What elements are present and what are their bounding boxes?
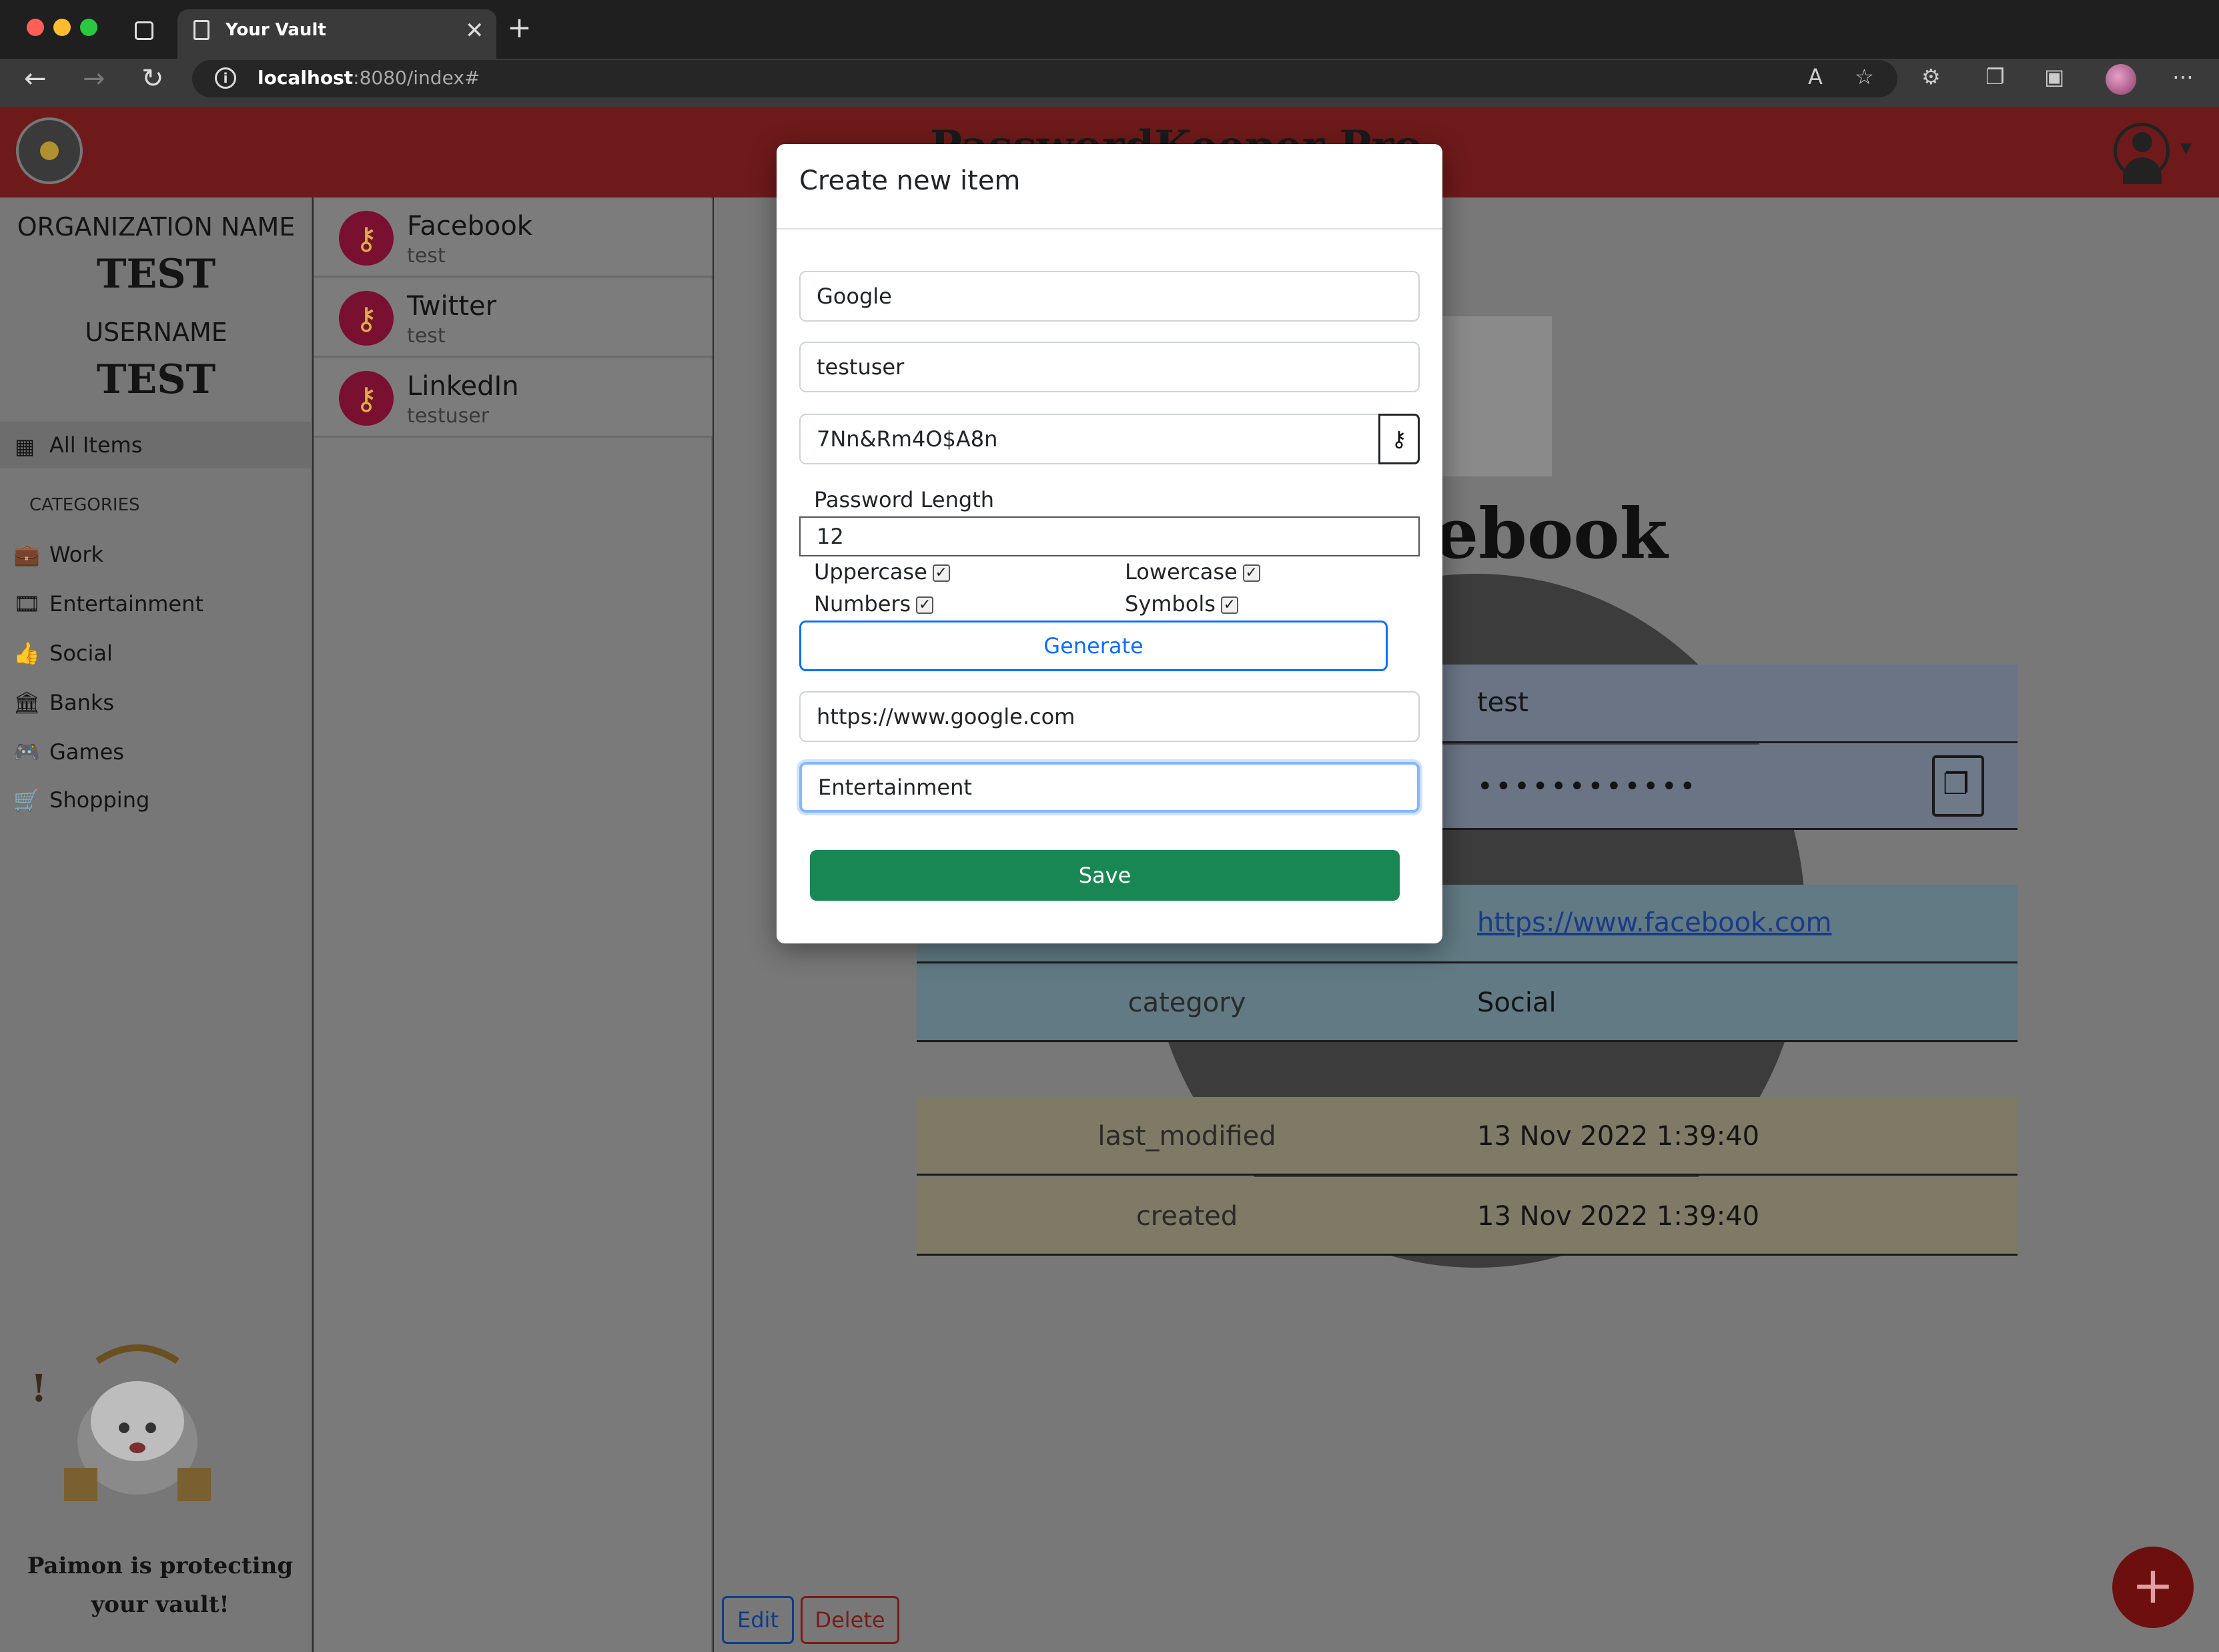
screenshot-icon[interactable]: ▣	[2044, 66, 2064, 87]
detail-password-value: ••••••••••••	[1477, 771, 1699, 802]
page-icon	[193, 20, 209, 40]
detail-created-value: 13 Nov 2022 1:39:40	[1477, 1201, 1760, 1232]
modal-title: Create new item	[799, 165, 1021, 196]
detail-last-modified-value: 13 Nov 2022 1:39:40	[1477, 1121, 1760, 1152]
item-image	[1428, 316, 1552, 476]
edit-button[interactable]: Edit	[722, 1596, 794, 1644]
forward-icon[interactable]: →	[83, 65, 105, 92]
url-text[interactable]: localhost:8080/index#	[258, 67, 480, 89]
favorite-icon[interactable]: ☆	[1855, 66, 1874, 87]
detail-username-value: test	[1477, 687, 1528, 718]
read-aloud-icon[interactable]: A	[1808, 66, 1823, 87]
svg-text:!: !	[31, 1366, 47, 1410]
user-icon-head	[2132, 132, 2152, 152]
close-window-button[interactable]	[27, 19, 44, 36]
bank-icon: 🏛	[13, 690, 41, 715]
numbers-checkbox[interactable]: ✓	[916, 596, 934, 614]
numbers-option[interactable]: Numbers ✓	[814, 591, 934, 616]
browser-profile-avatar[interactable]	[2106, 64, 2136, 95]
detail-category-key: category	[1128, 987, 1246, 1018]
delete-button[interactable]: Delete	[801, 1596, 899, 1644]
uppercase-option[interactable]: Uppercase ✓	[814, 559, 950, 584]
briefcase-icon: 💼	[13, 542, 40, 567]
lowercase-checkbox[interactable]: ✓	[1242, 564, 1260, 582]
item-title: ebook	[1434, 492, 1668, 574]
uppercase-checkbox[interactable]: ✓	[932, 564, 950, 582]
password-input[interactable]	[799, 414, 1380, 464]
key-icon: ⚷	[339, 291, 394, 346]
detail-created-key: created	[1136, 1201, 1238, 1232]
generate-button[interactable]: Generate	[799, 621, 1388, 671]
gamepad-icon: 🎮	[13, 739, 40, 765]
extensions-icon[interactable]: ⚙	[1921, 66, 1941, 87]
key-icon[interactable]: ⚷	[1378, 414, 1420, 464]
symbols-checkbox[interactable]: ✓	[1220, 596, 1238, 614]
add-item-button[interactable]: +	[2112, 1547, 2194, 1628]
more-menu-icon[interactable]: ⋯	[2172, 66, 2194, 87]
org-name-label: ORGANIZATION NAME	[17, 212, 296, 242]
category-input[interactable]	[799, 762, 1420, 813]
tab-actions-icon[interactable]	[135, 21, 153, 40]
minimize-window-button[interactable]	[53, 19, 71, 36]
categories-heading: CATEGORIES	[29, 495, 140, 515]
username-value: TEST	[96, 356, 216, 403]
film-icon: 🎞	[13, 591, 41, 616]
name-input[interactable]	[799, 271, 1420, 322]
tab-title: Your Vault	[226, 20, 326, 40]
paimon-caption: Paimon is protecting your vault!	[27, 1553, 294, 1618]
sidebar-item-work[interactable]: Work	[49, 542, 103, 567]
symbols-option[interactable]: Symbols ✓	[1125, 591, 1238, 616]
sidebar-item-shopping[interactable]: Shopping	[49, 787, 149, 813]
sidebar-item-entertainment[interactable]: Entertainment	[49, 591, 203, 616]
sidebar-item-all-items[interactable]	[0, 422, 311, 468]
org-name-value: TEST	[96, 251, 216, 298]
detail-last-modified-key: last_modified	[1097, 1121, 1276, 1152]
thumbs-up-icon: 👍	[13, 641, 40, 666]
back-icon[interactable]: ←	[24, 65, 47, 92]
item-name[interactable]: Facebook	[407, 211, 532, 242]
site-info-icon[interactable]: i	[215, 67, 236, 89]
new-tab-icon[interactable]: +	[507, 13, 532, 43]
all-items-label[interactable]: All Items	[49, 432, 142, 458]
sidebar-item-games[interactable]: Games	[49, 739, 124, 765]
vault-logo-center	[40, 141, 59, 160]
item-username: test	[407, 324, 446, 348]
password-length-input[interactable]	[799, 516, 1420, 556]
key-icon: ⚷	[339, 371, 394, 426]
sidebar-item-banks[interactable]: Banks	[49, 690, 114, 715]
reload-icon[interactable]: ↻	[141, 65, 164, 92]
item-name[interactable]: Twitter	[407, 291, 496, 322]
save-button[interactable]: Save	[810, 850, 1400, 901]
username-input[interactable]	[799, 342, 1420, 392]
chevron-down-icon[interactable]: ▼	[2180, 140, 2192, 157]
sidebar-item-social[interactable]: Social	[49, 641, 113, 666]
item-username: test	[407, 244, 446, 268]
collections-icon[interactable]: ❐	[1985, 66, 2005, 87]
key-icon: ⚷	[339, 211, 394, 266]
username-label: USERNAME	[85, 318, 228, 347]
item-username: testuser	[407, 404, 490, 428]
cart-icon: 🛒	[13, 787, 40, 813]
detail-url-link[interactable]: https://www.facebook.com	[1477, 907, 1831, 938]
paimon-mascot-image: !	[31, 1344, 211, 1501]
url-input[interactable]	[799, 691, 1420, 742]
calendar-icon: ▦	[15, 434, 35, 459]
maximize-window-button[interactable]	[80, 19, 97, 36]
item-name[interactable]: LinkedIn	[407, 371, 519, 402]
password-length-label: Password Length	[814, 487, 995, 512]
detail-category-value: Social	[1477, 987, 1557, 1018]
copy-icon: ❐	[1943, 767, 1969, 801]
tab-close-icon[interactable]: ✕	[465, 17, 484, 44]
lowercase-option[interactable]: Lowercase ✓	[1125, 559, 1260, 584]
modal-divider	[777, 228, 1442, 230]
